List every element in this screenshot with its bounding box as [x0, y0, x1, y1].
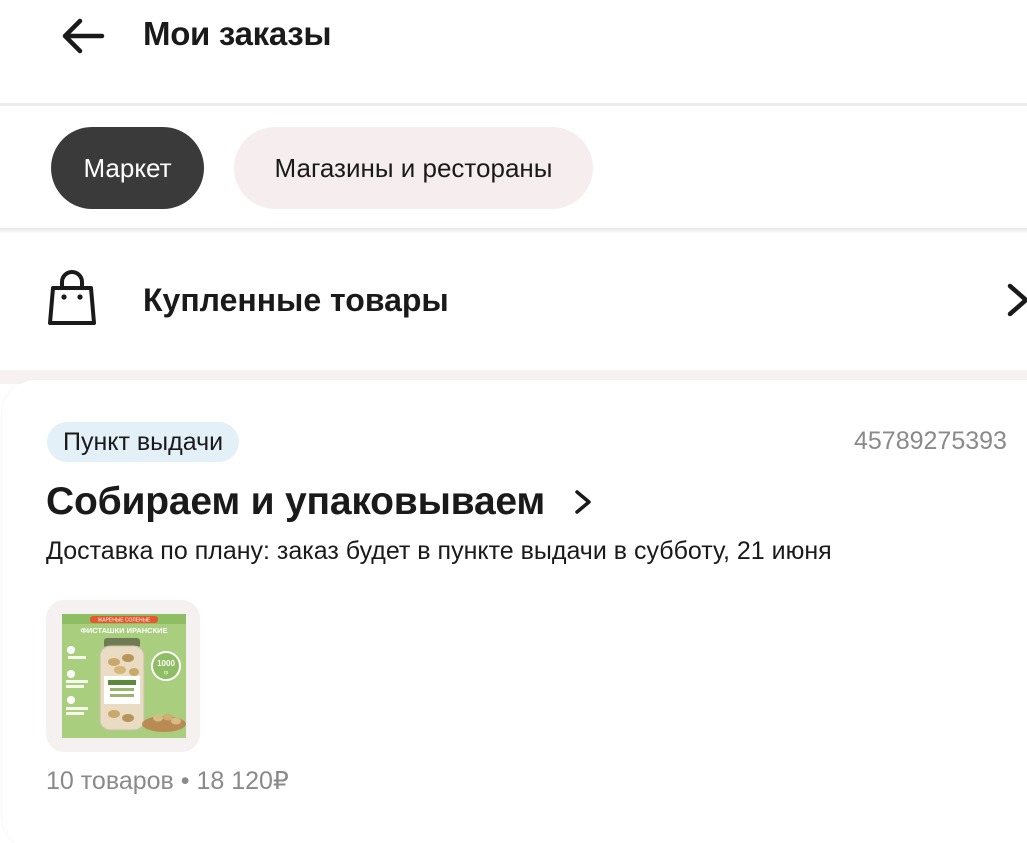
purchased-items-row[interactable]: Купленные товары: [0, 234, 1027, 370]
order-number: 45789275393: [854, 427, 1007, 455]
page-title: Мои заказы: [143, 15, 332, 52]
orders-screen: Мои заказы Маркет Магазины и рестораны К…: [0, 0, 1027, 843]
product-weight-unit: гр: [164, 670, 169, 676]
order-status-link[interactable]: Собираем и упаковываем: [46, 478, 596, 526]
chevron-right-icon: [574, 490, 591, 514]
order-summary: 10 товаров • 18 120₽: [46, 767, 289, 795]
product-banner: ЖАРЕНЫЕ СОЛЕНЫЕ: [98, 618, 151, 624]
tab-market[interactable]: Маркет: [51, 127, 204, 209]
chevron-right-icon: [1007, 283, 1027, 317]
tabs-bar: Маркет Магазины и рестораны: [0, 106, 1027, 228]
pickup-point-badge: Пункт выдачи: [47, 422, 240, 462]
header: Мои заказы: [0, 0, 1027, 106]
purchased-items-label: Купленные товары: [143, 282, 449, 318]
order-card[interactable]: Пункт выдачи 45789275393 Собираем и упак…: [2, 380, 1027, 843]
product-thumbnail[interactable]: ЖАРЕНЫЕ СОЛЕНЫЕ ФИСТАШКИ ИРАНСКИЕ 1000 г…: [46, 600, 200, 752]
shopping-bag-icon: [48, 270, 96, 325]
arrow-left-icon: [62, 18, 105, 54]
product-title: ФИСТАШКИ ИРАНСКИЕ: [80, 626, 167, 635]
tab-shops-restaurants[interactable]: Магазины и рестораны: [234, 127, 593, 209]
order-status: Собираем и упаковываем: [46, 480, 546, 523]
pistachio-product-image: ЖАРЕНЫЕ СОЛЕНЫЕ ФИСТАШКИ ИРАНСКИЕ 1000 г…: [62, 614, 186, 738]
delivery-info: Доставка по плану: заказ будет в пункте …: [46, 537, 832, 565]
back-button[interactable]: [58, 14, 106, 58]
product-weight-value: 1000: [157, 659, 175, 668]
